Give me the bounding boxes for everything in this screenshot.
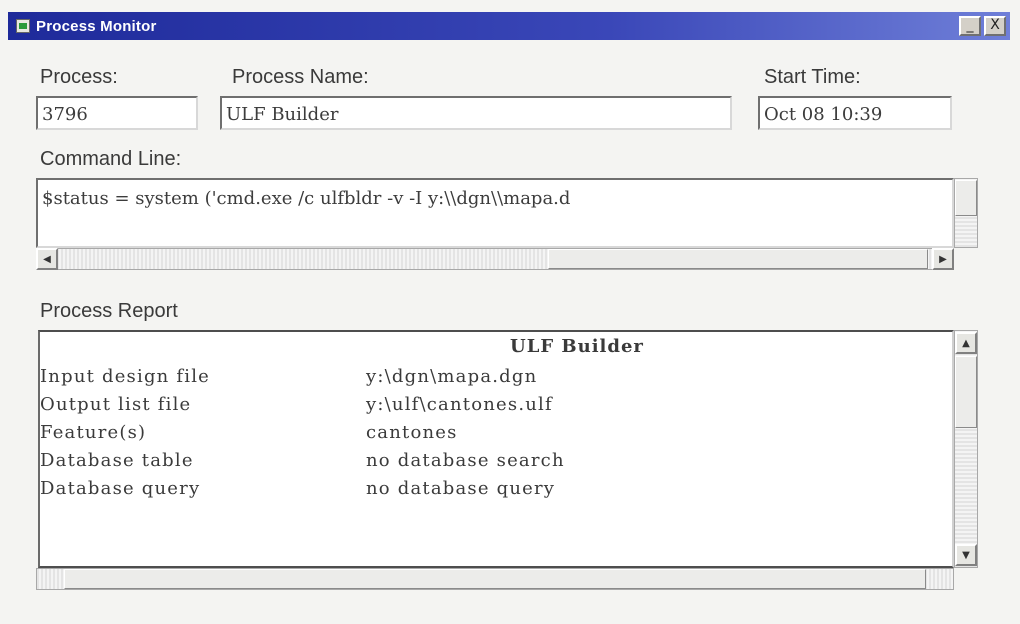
report-title: ULF Builder xyxy=(510,336,644,357)
window-controls: _ X xyxy=(959,16,1006,36)
report-vscroll-thumb[interactable] xyxy=(955,356,977,428)
minimize-button[interactable]: _ xyxy=(959,16,981,36)
process-id-field[interactable]: 3796 xyxy=(36,96,198,130)
title-bar[interactable]: Process Monitor _ X xyxy=(8,12,1010,40)
command-line-field[interactable]: $status = system ('cmd.exe /c ulfbldr -v… xyxy=(36,178,954,248)
arrow-down-icon[interactable]: ▼ xyxy=(955,544,977,566)
process-monitor-icon xyxy=(16,19,30,33)
process-report-area[interactable]: ULF Builder Input design file y:\dgn\map… xyxy=(38,330,954,568)
window-title: Process Monitor xyxy=(36,17,157,35)
arrow-up-icon[interactable]: ▲ xyxy=(955,332,977,354)
report-row-value: y:\dgn\mapa.dgn xyxy=(366,366,538,387)
arrow-right-icon[interactable]: ▶ xyxy=(932,248,954,270)
process-name-field[interactable]: ULF Builder xyxy=(220,96,732,130)
report-row-value: no database search xyxy=(366,450,565,471)
report-hscroll-thumb[interactable] xyxy=(64,569,926,589)
start-time-field[interactable]: Oct 08 10:39 xyxy=(758,96,952,130)
command-line-hscroll-thumb[interactable] xyxy=(548,249,928,269)
start-time-label: Start Time: xyxy=(764,66,861,88)
report-row-key: Database table xyxy=(40,450,194,471)
report-row-value: no database query xyxy=(366,478,556,499)
process-name-label: Process Name: xyxy=(232,66,369,88)
command-line-vscroll-thumb[interactable] xyxy=(955,180,977,216)
report-row-key: Database query xyxy=(40,478,201,499)
command-line-label: Command Line: xyxy=(40,148,182,170)
process-report-label: Process Report xyxy=(40,300,178,322)
arrow-left-icon[interactable]: ◀ xyxy=(36,248,58,270)
report-row-key: Input design file xyxy=(40,366,211,387)
report-row-key: Output list file xyxy=(40,394,192,415)
close-button[interactable]: X xyxy=(984,16,1006,36)
report-row-value: cantones xyxy=(366,422,458,443)
report-row-value: y:\ulf\cantones.ulf xyxy=(366,394,553,415)
report-row-key: Feature(s) xyxy=(40,422,147,443)
process-label: Process: xyxy=(40,66,118,88)
